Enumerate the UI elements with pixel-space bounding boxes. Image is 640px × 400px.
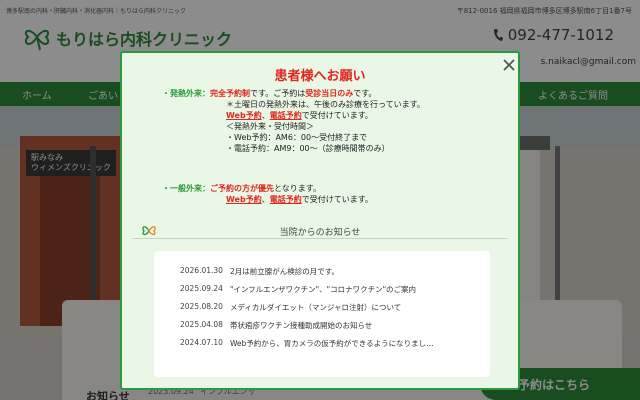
news-date: 2025.08.20 [180,302,223,311]
bullet: ・ [162,184,170,193]
news-item[interactable]: 2025.09.24 "インフルエンザワクチン"、"コロナワクチン"のご案内 [180,284,486,295]
news-title: Web予約から、胃カメラの仮予約ができるようになりまし… [229,339,434,348]
general-phone-reserve-link[interactable]: 電話予約 [270,195,302,204]
separator: 、 [261,111,270,120]
fever-web-hours: ・Web予約：AM6：00～受付終了まで [226,133,368,142]
fever-policy-mid: です。ご予約は [250,89,306,98]
fever-policy-prefix: 完全予約制 [210,89,250,98]
general-priority-suffix: となります。 [274,184,321,193]
fever-saturday-note: ＊土曜日の発熱外来は、午後のみ診療を行っています。 [226,100,425,109]
news-list: 2026.01.30 2月は前立腺がん検診の月です。 2025.09.24 "イ… [154,251,490,377]
news-title: 帯状疱疹ワクチン接種助成開始のお知らせ [229,321,373,330]
news-item[interactable]: 2024.07.10 Web予約から、胃カメラの仮予約ができるようになりまし… [180,338,486,349]
fever-policy-suffix: です。 [353,89,377,98]
general-accept-text: で受付けています。 [301,195,373,204]
fever-accept-line: Web予約、電話予約で受付けています。 [226,110,373,121]
news-date: 2026.01.30 [180,266,223,275]
news-item[interactable]: 2025.08.20 メディカルダイエット（マンジャロ注射）について [180,302,486,313]
fever-phone-reserve-link[interactable]: 電話予約 [270,111,302,120]
fever-hours-header: ＜発熱外来・受付時間＞ [226,122,314,131]
general-web-reserve-link[interactable]: Web予約 [226,195,262,204]
info-section-title: 当院からのお知らせ [279,228,361,238]
fever-accept-text: で受付けています。 [301,111,373,120]
modal-title: 患者様へお願い [274,69,366,84]
general-policy-line: ・一般外来：ご予約の方が優先となります。 [162,183,321,194]
news-date: 2025.04.08 [180,320,223,329]
general-priority: ご予約の方が優先 [210,184,274,193]
news-title: "インフルエンザワクチン"、"コロナワクチン"のご案内 [229,285,417,294]
news-date: 2024.07.10 [180,338,223,347]
fever-heading: 発熱外来： [170,89,210,98]
general-accept-line: Web予約、電話予約で受付けています。 [226,194,373,205]
separator: 、 [261,195,270,204]
news-date: 2025.09.24 [180,284,223,293]
bullet: ・ [162,89,170,98]
divider [132,238,508,239]
news-title: メディカルダイエット（マンジャロ注射）について [229,303,402,312]
news-item[interactable]: 2025.04.08 帯状疱疹ワクチン接種助成開始のお知らせ [180,320,486,331]
fever-phone-hours: ・電話予約：AM9：00～（診療時間帯のみ） [226,144,390,153]
notice-modal: 患者様へお願い ・発熱外来：完全予約制です。ご予約は受診当日のみです。 ＊土曜日… [120,51,520,390]
fever-policy-em: 受診当日のみ [305,89,354,98]
news-item[interactable]: 2026.01.30 2月は前立腺がん検診の月です。 [180,266,486,277]
news-title: 2月は前立腺がん検診の月です。 [229,267,339,276]
fever-policy-line: ・発熱外来：完全予約制です。ご予約は受診当日のみです。 [162,88,376,99]
fever-web-reserve-link[interactable]: Web予約 [226,111,262,120]
general-heading: 一般外来： [170,184,210,193]
